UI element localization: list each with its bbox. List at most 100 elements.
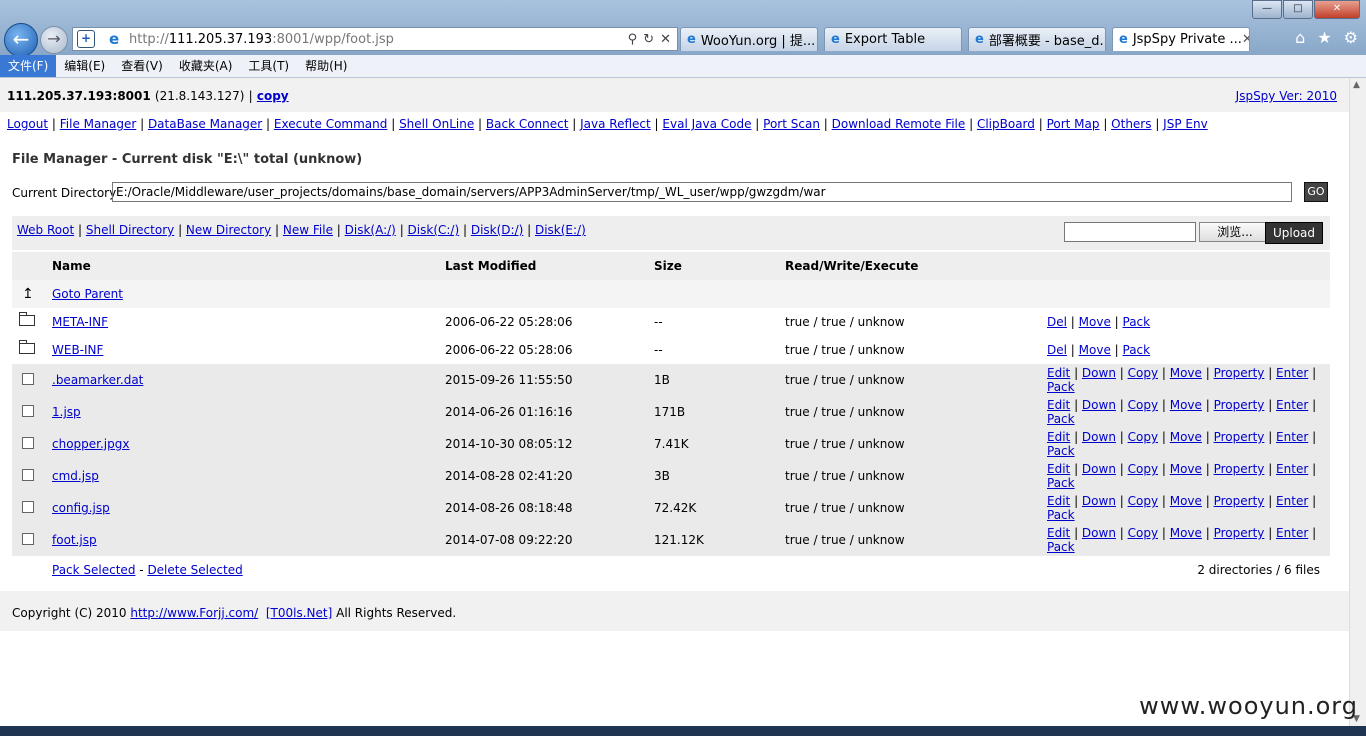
tab-jspspy[interactable]: e JspSpy Private ...✕ <box>1112 27 1250 51</box>
nav-port-scan[interactable]: Port Scan <box>763 117 820 131</box>
menu-favorites[interactable]: 收藏夹(A) <box>171 56 241 76</box>
action-enter[interactable]: Enter <box>1276 398 1308 412</box>
action-pack[interactable]: Pack <box>1123 343 1151 357</box>
action-pack[interactable]: Pack <box>1047 412 1075 426</box>
go-button[interactable]: GO <box>1304 182 1328 202</box>
home-icon[interactable]: ⌂ <box>1295 28 1305 47</box>
action-down[interactable]: Down <box>1082 366 1116 380</box>
action-copy[interactable]: Copy <box>1128 526 1158 540</box>
search-icon[interactable]: ⚲ <box>628 32 638 47</box>
action-enter[interactable]: Enter <box>1276 494 1308 508</box>
forward-arrow-icon[interactable]: → <box>40 26 68 54</box>
file-name-link[interactable]: .beamarker.dat <box>52 373 143 387</box>
address-url[interactable]: http://111.205.37.193:8001/wpp/foot.jsp <box>129 32 394 47</box>
nav-download-remote-file[interactable]: Download Remote File <box>832 117 966 131</box>
action-edit[interactable]: Edit <box>1047 462 1070 476</box>
link-new-file[interactable]: New File <box>283 223 333 237</box>
tab-close-icon[interactable]: ✕ <box>1242 32 1249 47</box>
action-enter[interactable]: Enter <box>1276 526 1308 540</box>
link-new-directory[interactable]: New Directory <box>186 223 271 237</box>
pack-selected-link[interactable]: Pack Selected <box>52 563 135 577</box>
row-checkbox[interactable] <box>22 404 34 417</box>
link-disk-d[interactable]: Disk(D:/) <box>471 223 523 237</box>
action-edit[interactable]: Edit <box>1047 398 1070 412</box>
action-move[interactable]: Move <box>1170 366 1202 380</box>
action-move[interactable]: Move <box>1079 315 1111 329</box>
nav-others[interactable]: Others <box>1111 117 1151 131</box>
action-pack[interactable]: Pack <box>1123 315 1151 329</box>
action-down[interactable]: Down <box>1082 398 1116 412</box>
nav-java-reflect[interactable]: Java Reflect <box>580 117 651 131</box>
settings-gear-icon[interactable]: ⚙ <box>1344 28 1358 47</box>
row-checkbox[interactable] <box>22 532 34 545</box>
action-copy[interactable]: Copy <box>1128 462 1158 476</box>
menu-file[interactable]: 文件(F) <box>0 55 57 77</box>
nav-back-connect[interactable]: Back Connect <box>486 117 569 131</box>
action-enter[interactable]: Enter <box>1276 430 1308 444</box>
forjj-link[interactable]: http://www.Forjj.com/ <box>130 606 258 620</box>
vertical-scrollbar[interactable]: ▲ ▼ <box>1349 78 1366 726</box>
nav-logout[interactable]: Logout <box>7 117 48 131</box>
action-property[interactable]: Property <box>1214 526 1265 540</box>
nav-clipboard[interactable]: ClipBoard <box>977 117 1035 131</box>
row-checkbox[interactable] <box>22 468 34 481</box>
nav-jsp-env[interactable]: JSP Env <box>1163 117 1208 131</box>
action-copy[interactable]: Copy <box>1128 430 1158 444</box>
menu-edit[interactable]: 编辑(E) <box>56 56 113 76</box>
action-move[interactable]: Move <box>1170 462 1202 476</box>
nav-shell-online[interactable]: Shell OnLine <box>399 117 474 131</box>
action-move[interactable]: Move <box>1170 526 1202 540</box>
address-bar[interactable]: + e http://111.205.37.193:8001/wpp/foot.… <box>72 27 678 51</box>
delete-selected-link[interactable]: Delete Selected <box>147 563 242 577</box>
link-shell-directory[interactable]: Shell Directory <box>86 223 174 237</box>
action-property[interactable]: Property <box>1214 366 1265 380</box>
scroll-up-icon[interactable]: ▲ <box>1353 80 1360 90</box>
compatibility-icon[interactable]: + <box>77 30 95 48</box>
action-copy[interactable]: Copy <box>1128 366 1158 380</box>
goto-parent-link[interactable]: Goto Parent <box>52 287 123 301</box>
action-move[interactable]: Move <box>1079 343 1111 357</box>
file-name-link[interactable]: foot.jsp <box>52 533 97 547</box>
upload-button[interactable]: Upload <box>1265 222 1323 244</box>
t00ls-link[interactable]: [T00ls.Net] <box>266 606 332 620</box>
nav-eval-java-code[interactable]: Eval Java Code <box>662 117 751 131</box>
menu-help[interactable]: 帮助(H) <box>297 56 355 76</box>
favorites-star-icon[interactable]: ★ <box>1317 28 1331 47</box>
row-checkbox[interactable] <box>22 500 34 513</box>
action-down[interactable]: Down <box>1082 462 1116 476</box>
action-pack[interactable]: Pack <box>1047 380 1075 394</box>
minimize-icon[interactable]: — <box>1252 0 1282 19</box>
action-property[interactable]: Property <box>1214 430 1265 444</box>
action-copy[interactable]: Copy <box>1128 398 1158 412</box>
link-web-root[interactable]: Web Root <box>17 223 74 237</box>
action-edit[interactable]: Edit <box>1047 494 1070 508</box>
upload-file-input[interactable] <box>1064 222 1196 242</box>
back-arrow-icon[interactable]: ← <box>4 23 38 57</box>
action-down[interactable]: Down <box>1082 494 1116 508</box>
link-disk-a[interactable]: Disk(A:/) <box>345 223 396 237</box>
tab-wooyun[interactable]: e WooYun.org | 提... <box>680 27 818 51</box>
file-name-link[interactable]: cmd.jsp <box>52 469 99 483</box>
tab-export-table[interactable]: e Export Table <box>824 27 962 51</box>
action-edit[interactable]: Edit <box>1047 526 1070 540</box>
action-pack[interactable]: Pack <box>1047 476 1075 490</box>
nav-execute-command[interactable]: Execute Command <box>274 117 387 131</box>
nav-file-manager[interactable]: File Manager <box>60 117 137 131</box>
action-enter[interactable]: Enter <box>1276 462 1308 476</box>
action-property[interactable]: Property <box>1214 494 1265 508</box>
version-link[interactable]: JspSpy Ver: 2010 <box>1236 89 1337 103</box>
file-name-link[interactable]: config.jsp <box>52 501 110 515</box>
action-property[interactable]: Property <box>1214 462 1265 476</box>
browse-button[interactable]: 浏览... <box>1199 222 1271 242</box>
action-del[interactable]: Del <box>1047 315 1067 329</box>
close-icon[interactable]: ✕ <box>1314 0 1360 19</box>
menu-tools[interactable]: 工具(T) <box>240 56 297 76</box>
action-move[interactable]: Move <box>1170 398 1202 412</box>
link-disk-e[interactable]: Disk(E:/) <box>535 223 586 237</box>
link-disk-c[interactable]: Disk(C:/) <box>408 223 460 237</box>
row-checkbox[interactable] <box>22 436 34 449</box>
action-pack[interactable]: Pack <box>1047 444 1075 458</box>
dir-name-link[interactable]: META-INF <box>52 315 108 329</box>
tab-deploy-summary[interactable]: e 部署概要 - base_d... <box>968 27 1106 51</box>
action-del[interactable]: Del <box>1047 343 1067 357</box>
